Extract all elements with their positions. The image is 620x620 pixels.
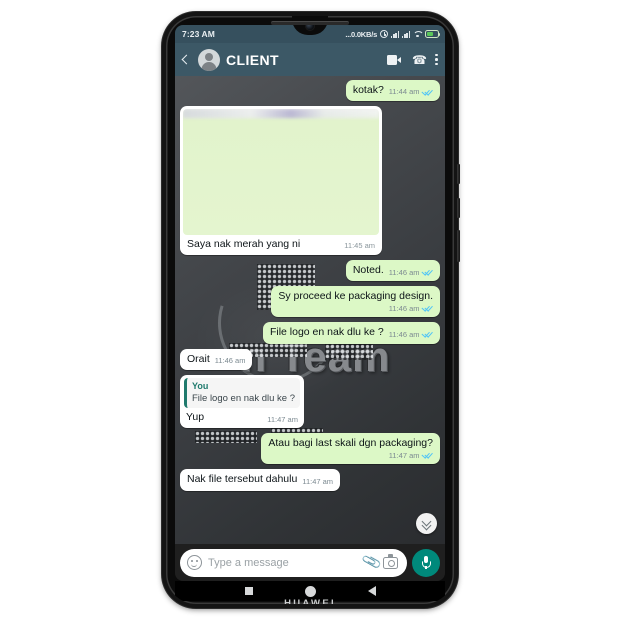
wifi-icon (413, 30, 422, 38)
app-bar-actions: ☎ (387, 53, 438, 67)
message-row: Nak file tersebut dahulu 11:47 am (180, 469, 440, 491)
message-text: File logo en nak dlu ke ? (269, 326, 384, 339)
paperclip-icon[interactable]: 📎 (361, 551, 383, 572)
back-button-icon[interactable] (367, 586, 376, 596)
message-bubble-outgoing[interactable]: Noted. 11:46 am (345, 260, 440, 282)
read-receipt-icon (422, 330, 433, 338)
network-speed-label: ...0.0KB/s (345, 29, 378, 39)
message-meta: 11:46 am (389, 304, 433, 314)
phone-device: 7:23 AM ...0.0KB/s CLIENT ☎ n Team kotak… (162, 12, 460, 608)
message-row: Saya nak merah yang ni 11:45 am (180, 106, 440, 256)
message-text: kotak? (352, 84, 384, 96)
message-text: Atau bagi last skali dgn packaging? (268, 437, 433, 450)
message-bubble-reply[interactable]: You File logo en nak dlu ke ? Yup 11:47 … (180, 374, 304, 429)
battery-icon (425, 30, 441, 38)
message-time: 11:46 am (388, 303, 420, 313)
side-button-power[interactable] (457, 230, 460, 262)
voice-record-button[interactable] (412, 548, 440, 577)
recents-button-icon[interactable] (244, 587, 253, 595)
message-text: Yup (186, 411, 205, 424)
quoted-text: File logo en nak dlu ke ? (192, 392, 295, 404)
status-bar-clock: 7:23 AM (182, 29, 215, 39)
message-time: 11:46 am (388, 329, 420, 339)
message-bubble-outgoing[interactable]: kotak? 11:44 am (345, 80, 440, 102)
search-input-placeholder: Type a message (208, 556, 289, 569)
message-text: Orait (187, 352, 210, 365)
message-time: 11:46 am (214, 355, 246, 365)
home-button-icon[interactable] (304, 585, 316, 597)
message-bubble-outgoing[interactable]: Atau bagi last skali dgn packaging? 11:4… (261, 433, 440, 465)
message-meta: 11:44 am (389, 87, 433, 97)
signal-icon-sim1 (391, 30, 400, 38)
message-meta: 11:46 am (389, 268, 433, 278)
side-button-volume-up[interactable] (457, 164, 460, 184)
message-time: 11:45 am (344, 241, 375, 251)
message-bubble-incoming[interactable]: Nak file tersebut dahulu 11:47 am (180, 469, 341, 491)
message-time: 11:44 am (388, 87, 420, 97)
camera-icon[interactable] (383, 554, 398, 569)
message-composer: Type a message 📎 (175, 544, 445, 581)
earpiece-speaker (271, 21, 349, 25)
message-row: kotak? 11:44 am (180, 80, 440, 102)
image-attachment[interactable] (183, 109, 379, 236)
phone-bezel: 7:23 AM ...0.0KB/s CLIENT ☎ n Team kotak… (166, 16, 454, 604)
signal-icon-sim2 (402, 30, 410, 38)
chat-message-list[interactable]: n Team kotak? 11:44 am Saya nak merah ya… (175, 76, 445, 544)
quoted-author: You (192, 380, 209, 391)
alarm-icon (380, 30, 389, 38)
message-meta: 11:47 am (389, 451, 433, 461)
message-time: 11:47 am (388, 450, 420, 460)
messages-container: kotak? 11:44 am Saya nak merah yang ni 1… (175, 76, 445, 544)
chat-app-bar: CLIENT ☎ (175, 43, 445, 76)
page-title: CLIENT (226, 51, 279, 68)
message-text: Sy proceed ke packaging design. (278, 290, 433, 303)
message-bubble-image[interactable]: Saya nak merah yang ni 11:45 am (180, 106, 382, 256)
message-input-field[interactable]: Type a message 📎 (180, 548, 407, 577)
message-row: File logo en nak dlu ke ? 11:46 am (180, 322, 440, 344)
side-button-volume-down[interactable] (457, 198, 460, 218)
phone-screen: 7:23 AM ...0.0KB/s CLIENT ☎ n Team kotak… (175, 25, 445, 581)
message-meta: 11:47 am (302, 477, 333, 487)
read-receipt-icon (422, 304, 433, 312)
more-options-icon[interactable] (435, 53, 438, 67)
image-caption-row: Saya nak merah yang ni 11:45 am (183, 235, 379, 255)
message-row: Noted. 11:46 am (180, 260, 440, 282)
message-text: Noted. (352, 264, 384, 277)
message-time: 11:47 am (267, 414, 298, 424)
message-row: You File logo en nak dlu ke ? Yup 11:47 … (180, 374, 440, 429)
message-bubble-incoming[interactable]: Orait 11:46 am (180, 348, 253, 370)
screenshot-canvas: 7:23 AM ...0.0KB/s CLIENT ☎ n Team kotak… (0, 0, 620, 620)
reply-body: Yup 11:47 am (184, 411, 300, 424)
message-text: Saya nak merah yang ni (187, 238, 301, 251)
message-meta: 11:46 am (389, 330, 433, 340)
image-blur-overlay (183, 109, 379, 119)
microphone-icon (422, 555, 432, 570)
phone-call-icon[interactable]: ☎ (412, 54, 427, 66)
video-call-icon[interactable] (387, 54, 401, 65)
message-time: 11:47 am (302, 476, 334, 486)
device-brand-label: HUAWEI (284, 598, 336, 604)
scroll-to-bottom-button[interactable] (416, 513, 437, 534)
message-time: 11:46 am (388, 267, 420, 277)
read-receipt-icon (422, 268, 433, 276)
message-meta: 11:47 am (267, 415, 298, 425)
back-arrow-icon[interactable] (179, 53, 192, 66)
message-meta: 11:46 am (215, 356, 246, 366)
message-bubble-outgoing[interactable]: Sy proceed ke packaging design. 11:46 am (271, 286, 440, 318)
message-row: Atau bagi last skali dgn packaging? 11:4… (180, 433, 440, 465)
status-bar-icons: ...0.0KB/s (345, 29, 441, 39)
message-row: Sy proceed ke packaging design. 11:46 am (180, 286, 440, 318)
quoted-message[interactable]: You File logo en nak dlu ke ? (184, 377, 300, 409)
double-chevron-down-icon (422, 519, 431, 528)
emoji-icon[interactable] (187, 555, 202, 570)
avatar[interactable] (198, 48, 220, 71)
read-receipt-icon (422, 88, 433, 96)
message-row: Orait 11:46 am (180, 348, 440, 370)
message-text: Nak file tersebut dahulu (187, 473, 298, 486)
read-receipt-icon (422, 451, 433, 459)
message-meta: 11:45 am (344, 241, 375, 251)
message-bubble-outgoing[interactable]: File logo en nak dlu ke ? 11:46 am (262, 322, 440, 344)
